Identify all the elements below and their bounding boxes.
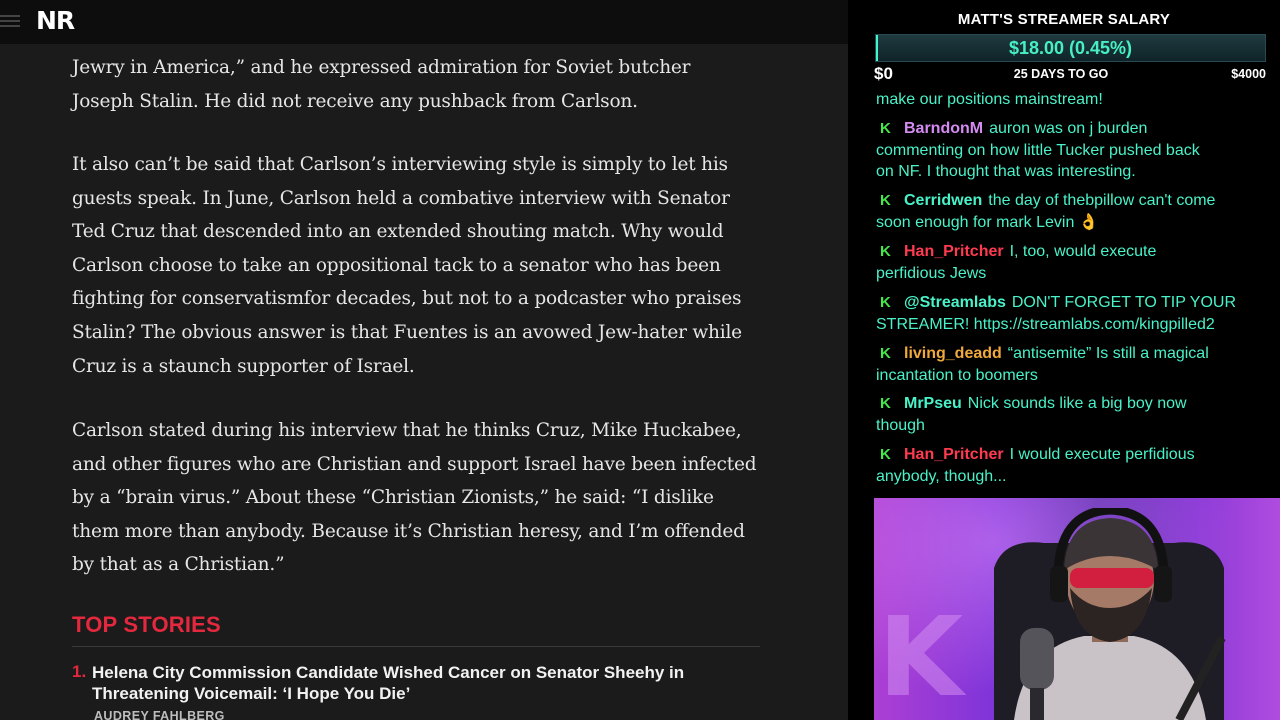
- channel-badge-icon: K: [880, 345, 891, 362]
- chat-line: K MrPseu Nick sounds like a big boy now: [876, 393, 1276, 415]
- chat-message: make our positions mainstream!: [876, 89, 1276, 111]
- chat-line: though: [876, 415, 1276, 437]
- article-line: Carlson choose to take an oppositional t…: [72, 254, 721, 276]
- chat-text: Nick sounds like a big boy now: [967, 395, 1187, 412]
- top-stories-heading: TOP STORIES: [72, 612, 221, 637]
- chat-text: STREAMER! https://streamlabs.com/kingpil…: [876, 315, 1215, 333]
- chat-message: K Cerridwen the day of thebpillow can't co…: [876, 190, 1276, 233]
- chat-text: “antisemite” Is still a magical: [1007, 345, 1209, 362]
- channel-badge-icon: K: [880, 446, 891, 463]
- chat-username[interactable]: living_deadd: [904, 345, 1002, 362]
- salary-amount: $18.00 (0.45%): [1008, 38, 1133, 58]
- chat-line: commenting on how little Tucker pushed b…: [876, 140, 1276, 162]
- hamburger-menu-icon[interactable]: [0, 12, 22, 32]
- channel-badge-icon: K: [880, 120, 891, 137]
- chat-line: K BarndonM auron was on j burden: [876, 118, 1276, 140]
- article-line: It also can’t be said that Carlson’s int…: [72, 154, 728, 175]
- salary-max-label: $4000: [1231, 67, 1266, 81]
- story-title-line[interactable]: Helena City Commission Candidate Wished …: [92, 662, 752, 683]
- chat-line: incantation to boomers: [876, 365, 1276, 387]
- chat-message: K Han_Pritcher I would execute perfidious a…: [876, 444, 1276, 487]
- story-title-line[interactable]: Threatening Voicemail: ‘I Hope You Die’: [92, 683, 752, 704]
- article-line: Jewry in America,” and he expressed admi…: [72, 57, 691, 78]
- article-line: Joseph Stalin. He did not receive any pu…: [72, 90, 638, 112]
- article-paragraph: Jewry in America,” and he expressed admi…: [72, 51, 772, 118]
- chat-message: K MrPseu Nick sounds like a big boy now tho…: [876, 393, 1276, 436]
- story-author[interactable]: AUDREY FAHLBERG: [94, 709, 225, 720]
- channel-badge-icon: K: [880, 243, 891, 260]
- webcam-feed: K: [874, 498, 1280, 720]
- chat-text: commenting on how little Tucker pushed b…: [876, 141, 1200, 159]
- chat-username[interactable]: MrPseu: [904, 395, 962, 412]
- channel-badge-icon: K: [880, 192, 891, 209]
- chat-line: K Cerridwen the day of thebpillow can't co…: [876, 190, 1276, 212]
- chat-text: I would execute perfidious: [1009, 446, 1195, 463]
- article-paragraph: Carlson stated during his interview that…: [72, 414, 772, 582]
- chat-text: on NF. I thought that was interesting.: [876, 163, 1136, 180]
- article-line: guests speak. In June, Carlson held a co…: [72, 187, 730, 209]
- story-title-link[interactable]: Helena City Commission Candidate Wished …: [92, 662, 752, 704]
- article-line: them more than anybody. Because it’s Chr…: [72, 520, 745, 542]
- chat-text: incantation to boomers: [876, 366, 1038, 384]
- story-number: 1.: [72, 662, 87, 681]
- channel-badge-icon: K: [880, 395, 891, 412]
- article-paragraph: It also can’t be said that Carlson’s int…: [72, 148, 772, 383]
- chat-message: K BarndonM auron was on j burden commenting…: [876, 118, 1276, 183]
- chat-line: anybody, though...: [876, 466, 1276, 488]
- chat-message: K Han_Pritcher I, too, would execute perfid…: [876, 241, 1276, 284]
- chat-text: DON'T FORGET TO TIP YOUR: [1011, 294, 1237, 311]
- chat-line: K @Streamlabs DON'T FORGET TO TIP YOUR: [876, 292, 1276, 314]
- chat-line: K Han_Pritcher I would execute perfidious: [876, 444, 1276, 466]
- divider: [72, 646, 760, 647]
- chat-text: make our positions mainstream!: [876, 91, 1103, 108]
- salary-goal-title: MATT'S STREAMER SALARY: [957, 11, 1171, 28]
- article-page: NR Jewry in America,” and he expressed a…: [0, 0, 848, 720]
- article-line: Stalin? The obvious answer is that Fuent…: [72, 321, 742, 343]
- chat-line: soon enough for mark Levin 👌: [876, 212, 1276, 234]
- chat-message: Kliving_deadd “antisemite” Is still a mag…: [876, 343, 1276, 386]
- chat-text: auron was on j burden: [989, 120, 1148, 137]
- chat-line: STREAMER! https://streamlabs.com/kingpil…: [876, 314, 1276, 336]
- chat-text: perfidious Jews: [876, 264, 987, 282]
- chat-text: the day of thebpillow can't come: [988, 192, 1216, 209]
- chat-line: make our positions mainstream!: [876, 89, 1276, 111]
- chat-message: K @Streamlabs DON'T FORGET TO TIP YOUR STRE…: [876, 292, 1276, 335]
- article-line: by a “brain virus.” About these “Christi…: [72, 487, 714, 509]
- streamer-figure: [994, 508, 1226, 720]
- chat-line: perfidious Jews: [876, 263, 1276, 285]
- article-line: Carlson stated during his interview that…: [72, 420, 742, 441]
- stream-overlay: MATT'S STREAMER SALARY $18.00 (0.45%) $0…: [848, 0, 1280, 720]
- channel-badge-icon: K: [880, 294, 891, 311]
- wall-sign: K: [878, 593, 964, 720]
- article-line: Cruz is a staunch supporter of Israel.: [72, 355, 415, 377]
- article-line: by that as a Christian.”: [72, 554, 285, 576]
- chat-line: on NF. I thought that was interesting.: [876, 161, 1276, 183]
- chat-text: though: [876, 416, 925, 434]
- chat-username[interactable]: Han_Pritcher: [904, 243, 1004, 260]
- salary-progress-bar: $18.00 (0.45%): [875, 34, 1266, 62]
- chat-username[interactable]: BarndonM: [904, 120, 983, 137]
- article-line: Ted Cruz that descended into an extended…: [72, 221, 724, 243]
- article-line: and other figures who are Christian and …: [72, 453, 757, 475]
- site-header: NR: [0, 0, 848, 44]
- chat-username[interactable]: @Streamlabs: [904, 294, 1006, 311]
- chat-text: anybody, though...: [876, 467, 1007, 485]
- site-logo[interactable]: NR: [36, 6, 75, 35]
- article-line: fighting for conservatismfor decades, bu…: [72, 288, 742, 310]
- chat-line: K Han_Pritcher I, too, would execute: [876, 241, 1276, 263]
- chat-line: Kliving_deadd “antisemite” Is still a mag…: [876, 343, 1276, 365]
- chat-username[interactable]: Han_Pritcher: [904, 446, 1004, 463]
- chat-username[interactable]: Cerridwen: [904, 192, 982, 209]
- chat-text: I, too, would execute: [1009, 243, 1157, 260]
- salary-countdown: 25 DAYS TO GO: [1013, 67, 1109, 81]
- chat-text: soon enough for mark Levin 👌: [876, 213, 1099, 231]
